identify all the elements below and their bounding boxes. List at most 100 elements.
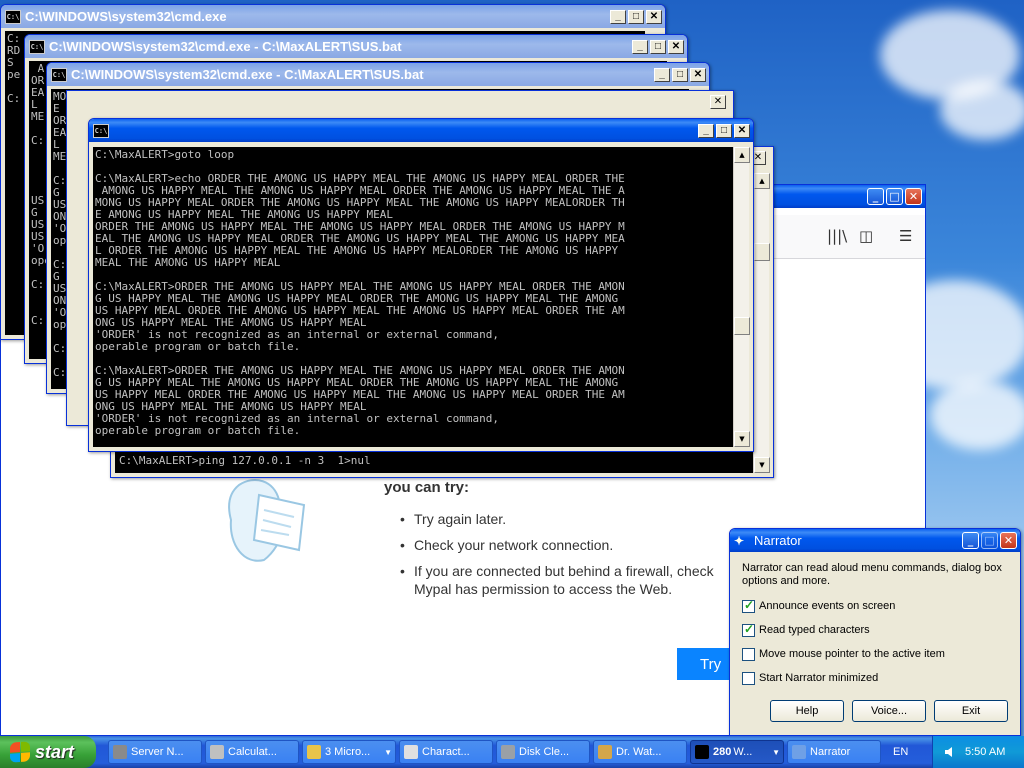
taskbar-button-label: Narrator [810,746,851,758]
cmd-window-2-titlebar[interactable]: C:\ C:\WINDOWS\system32\cmd.exe - C:\Max… [25,35,687,58]
taskbar-button-label: Disk Cle... [519,746,570,758]
windows-logo-icon [10,741,30,763]
cmd-window-front: C:\ _ □ ✕ C:\MaxALERT>goto loop C:\MaxAL… [88,118,754,452]
cmd-window-front-titlebar[interactable]: C:\ _ □ ✕ [89,119,753,142]
maximize-icon: □ [981,532,998,549]
console-icon: C:\ [93,123,109,138]
taskbar-button[interactable]: Charact... [399,740,493,764]
error-heading: you can try: [384,479,470,496]
suggestion-item: Check your network connection. [384,536,714,554]
error-mascot-illustration [228,479,306,562]
cmd-window-3-titlebar[interactable]: C:\ C:\WINDOWS\system32\cmd.exe - C:\Max… [47,63,709,86]
narrator-titlebar[interactable]: ✦ Narrator _ □ ✕ [730,529,1020,552]
narrator-description: Narrator can read aloud menu commands, d… [742,562,1002,587]
scroll-up-icon[interactable]: ▲ [734,147,750,163]
language-indicator[interactable]: EN [893,746,908,758]
scroll-down-icon[interactable]: ▼ [754,457,770,473]
minimize-icon[interactable]: _ [698,123,714,138]
console-line: C:\MaxALERT>goto loop [95,148,235,161]
option-announce-events[interactable]: Announce events on screen [742,594,1008,618]
taskbar-buttons: Server N... Calculat... 3 Micro... ▼ Charact… [108,740,881,764]
app-icon [501,745,515,759]
library-icon[interactable]: |||\ [827,227,847,245]
option-read-typed[interactable]: Read typed characters [742,618,1008,642]
scrollbar[interactable]: ▲ ▼ [753,173,770,473]
chevron-down-icon: ▼ [384,747,392,757]
option-start-minimized[interactable]: Start Narrator minimized [742,666,1008,690]
close-icon[interactable]: ✕ [668,39,684,54]
minimize-icon[interactable]: _ [632,39,648,54]
close-icon[interactable]: ✕ [710,95,726,109]
console-line: operable program or batch file. [95,424,301,437]
taskbar-button-label: 3 Micro... [325,746,371,758]
minimize-icon[interactable]: _ [962,532,979,549]
taskbar: start Server N... Calculat... 3 Micro... ▼ C… [0,736,1024,768]
taskbar-button[interactable]: 280 W... ▼ [690,740,784,764]
error-suggestions: you can try: Try again later. Check your… [384,479,714,606]
checkbox[interactable] [742,671,755,685]
taskbar-button[interactable]: Narrator [787,740,881,764]
scroll-thumb[interactable] [754,243,770,261]
checkbox[interactable] [742,622,755,637]
scroll-down-icon[interactable]: ▼ [734,431,750,447]
taskbar-button-label: Dr. Wat... [616,746,662,758]
taskbar-button-label: Server N... [131,746,184,758]
taskbar-button-label: Charact... [422,746,470,758]
speaker-icon[interactable] [943,745,957,759]
minimize-icon[interactable]: _ [867,188,884,205]
console-line: MEAL THE AMONG US HAPPY MEAL [95,256,281,269]
close-icon[interactable]: ✕ [690,67,706,82]
option-move-pointer[interactable]: Move mouse pointer to the active item [742,642,1008,666]
app-icon [307,745,321,759]
console-icon: C:\ [5,9,21,24]
try-again-button[interactable]: Try [677,648,737,680]
checkbox[interactable] [742,647,755,661]
console-output[interactable]: C:\MaxALERT>goto loop C:\MaxALERT>echo O… [93,147,733,447]
close-icon[interactable]: ✕ [734,123,750,138]
clock[interactable]: 5:50 AM [965,746,1005,758]
system-tray: 5:50 AM [932,736,1024,768]
app-icon [695,745,709,759]
close-icon[interactable]: ✕ [1000,532,1017,549]
app-icon [113,745,127,759]
cmd-window-1-titlebar[interactable]: C:\ C:\WINDOWS\system32\cmd.exe _ □ ✕ [1,5,665,28]
app-icon [792,745,806,759]
minimize-icon[interactable]: _ [654,67,670,82]
console-icon: C:\ [51,67,67,82]
close-icon[interactable]: ✕ [905,188,922,205]
app-icon [598,745,612,759]
taskbar-button[interactable]: 3 Micro... ▼ [302,740,396,764]
taskbar-button[interactable]: Disk Cle... [496,740,590,764]
maximize-icon[interactable]: □ [672,67,688,82]
start-button[interactable]: start [0,736,96,768]
taskbar-button[interactable]: Dr. Wat... [593,740,687,764]
scrollbar[interactable]: ▲ ▼ [733,147,750,447]
group-count: 280 [713,746,732,758]
app-icon [210,745,224,759]
suggestion-item: Try again later. [384,510,714,528]
minimize-icon[interactable]: _ [610,9,626,24]
sidebar-icon[interactable]: ◫ [859,227,873,245]
taskbar-button-label: Calculat... [228,746,277,758]
close-icon[interactable]: ✕ [646,9,662,24]
narrator-window: ✦ Narrator _ □ ✕ Narrator can read aloud… [729,528,1021,736]
chevron-down-icon: ▼ [772,747,780,757]
taskbar-button[interactable]: Server N... [108,740,202,764]
help-button[interactable]: Help [770,700,844,722]
maximize-icon[interactable]: □ [650,39,666,54]
scroll-thumb[interactable] [734,317,750,335]
scroll-up-icon[interactable]: ▲ [754,173,770,189]
console-icon: C:\ [29,39,45,54]
suggestion-item-cont: Mypal has permission to access the Web. [414,581,673,597]
menu-icon[interactable]: ☰ [899,227,912,245]
app-icon [404,745,418,759]
voice-button[interactable]: Voice... [852,700,926,722]
taskbar-button-label: W... [733,746,753,758]
checkbox[interactable] [742,598,755,613]
taskbar-button[interactable]: Calculat... [205,740,299,764]
maximize-icon[interactable]: □ [716,123,732,138]
maximize-icon[interactable]: □ [886,188,903,205]
exit-button[interactable]: Exit [934,700,1008,722]
console-line: operable program or batch file. [95,340,301,353]
maximize-icon[interactable]: □ [628,9,644,24]
